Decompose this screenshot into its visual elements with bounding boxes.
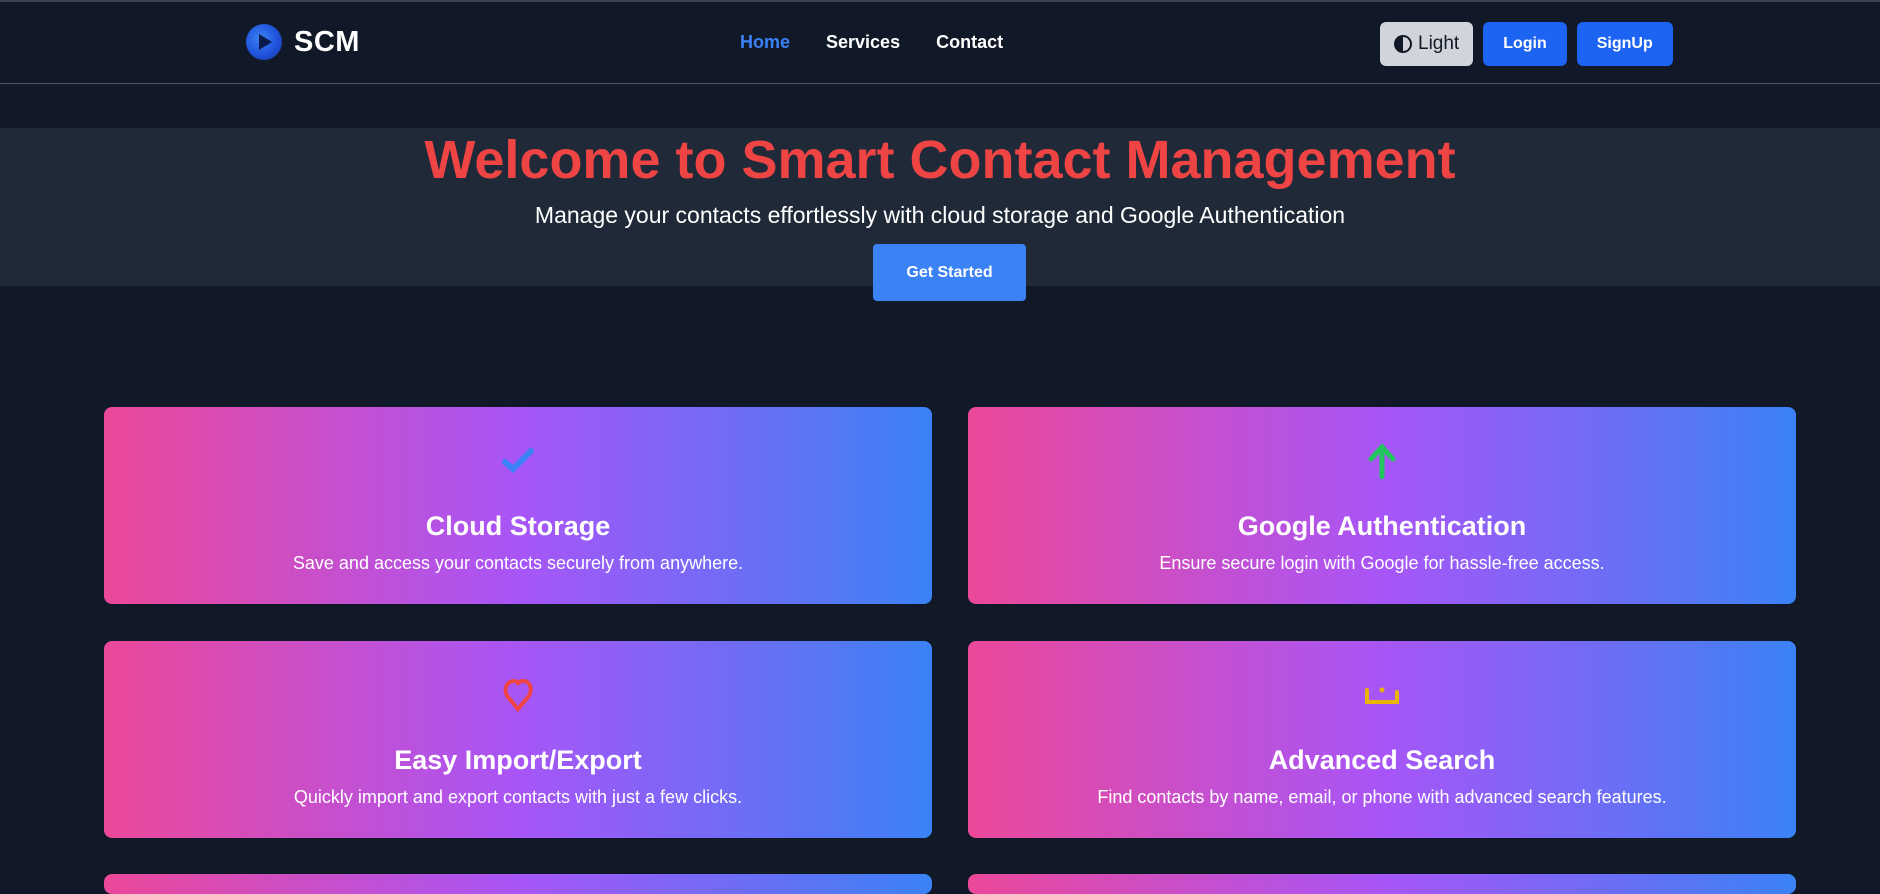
feature-card-import-export: Easy Import/Export Quickly import and ex… bbox=[104, 641, 932, 838]
theme-toggle-label: Light bbox=[1418, 33, 1460, 54]
half-circle-icon bbox=[1394, 35, 1412, 53]
feature-description: Quickly import and export contacts with … bbox=[293, 787, 743, 807]
feature-description: Find contacts by name, email, or phone w… bbox=[1097, 787, 1667, 807]
feature-description: Save and access your contacts securely f… bbox=[292, 553, 744, 573]
navbar: SCM Home Services Contact Light Login Si… bbox=[0, 2, 1880, 84]
feature-card-partial bbox=[104, 874, 932, 894]
get-started-button[interactable]: Get Started bbox=[873, 244, 1026, 301]
logo-icon bbox=[246, 24, 282, 60]
feature-card-partial bbox=[968, 874, 1796, 894]
hero-subtitle: Manage your contacts effortlessly with c… bbox=[534, 202, 1346, 228]
theme-toggle-button[interactable]: Light bbox=[1380, 22, 1474, 66]
brand-name: SCM bbox=[294, 25, 360, 58]
nav-link-contact[interactable]: Contact bbox=[936, 32, 1003, 53]
feature-description: Ensure secure login with Google for hass… bbox=[1159, 553, 1605, 573]
feature-card-cloud-storage: Cloud Storage Save and access your conta… bbox=[104, 407, 932, 604]
nav-links: Home Services Contact bbox=[740, 32, 1003, 53]
hero-title: Welcome to Smart Contact Management bbox=[424, 130, 1456, 190]
feature-title: Advanced Search bbox=[1268, 745, 1496, 775]
feature-card-advanced-search: Advanced Search Find contacts by name, e… bbox=[968, 641, 1796, 838]
login-button[interactable]: Login bbox=[1483, 22, 1567, 66]
nav-actions: Light Login SignUp bbox=[1380, 22, 1673, 66]
signup-button[interactable]: SignUp bbox=[1576, 22, 1673, 66]
heart-icon bbox=[104, 677, 932, 717]
feature-title: Easy Import/Export bbox=[394, 745, 642, 775]
feature-title: Cloud Storage bbox=[425, 511, 611, 541]
nav-link-services[interactable]: Services bbox=[826, 32, 900, 53]
arrow-up-icon bbox=[968, 443, 1796, 483]
search-icon bbox=[968, 677, 1796, 717]
brand[interactable]: SCM bbox=[246, 24, 360, 60]
feature-title: Google Authentication bbox=[1237, 511, 1527, 541]
nav-link-home[interactable]: Home bbox=[740, 32, 790, 53]
feature-card-google-authentication: Google Authentication Ensure secure logi… bbox=[968, 407, 1796, 604]
check-icon bbox=[104, 443, 932, 483]
